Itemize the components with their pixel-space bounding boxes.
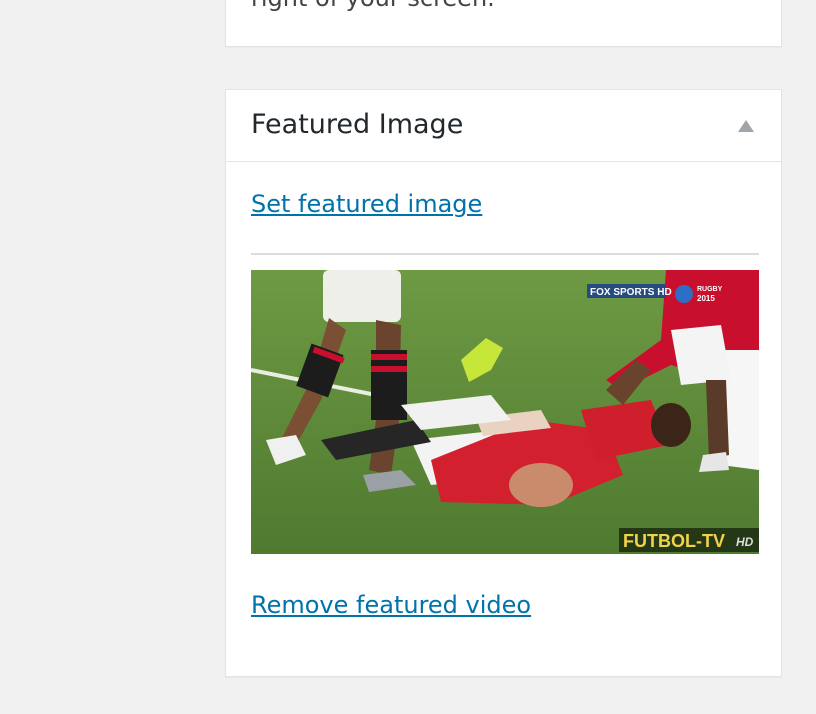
collapse-toggle-icon[interactable] (738, 120, 754, 132)
featured-image-metabox: Featured Image Set featured image FOX SP… (225, 89, 782, 677)
svg-text:RUGBY: RUGBY (697, 286, 723, 293)
set-featured-image-link[interactable]: Set featured image (251, 190, 482, 218)
svg-text:FOX SPORTS HD: FOX SPORTS HD (590, 287, 672, 298)
metabox-title: Featured Image (251, 109, 464, 140)
svg-text:FUTBOL-TV: FUTBOL-TV (623, 531, 725, 551)
svg-text:HD: HD (736, 535, 754, 549)
channel-watermark: FUTBOL-TV HD (619, 528, 759, 552)
video-frame-image: FOX SPORTS HD RUGBY 2015 FUTBOL-TV HD (251, 270, 759, 554)
remove-featured-video-link[interactable]: Remove featured video (251, 591, 531, 619)
svg-text:2015: 2015 (697, 294, 715, 303)
broadcaster-logo: FOX SPORTS HD (587, 284, 672, 298)
metabox-help-text: right of your screen. (251, 0, 495, 12)
featured-video-thumbnail[interactable]: FOX SPORTS HD RUGBY 2015 FUTBOL-TV HD (251, 270, 759, 554)
divider (251, 253, 759, 255)
metabox-header[interactable]: Featured Image (226, 90, 781, 162)
previous-metabox: right of your screen. (225, 0, 782, 47)
